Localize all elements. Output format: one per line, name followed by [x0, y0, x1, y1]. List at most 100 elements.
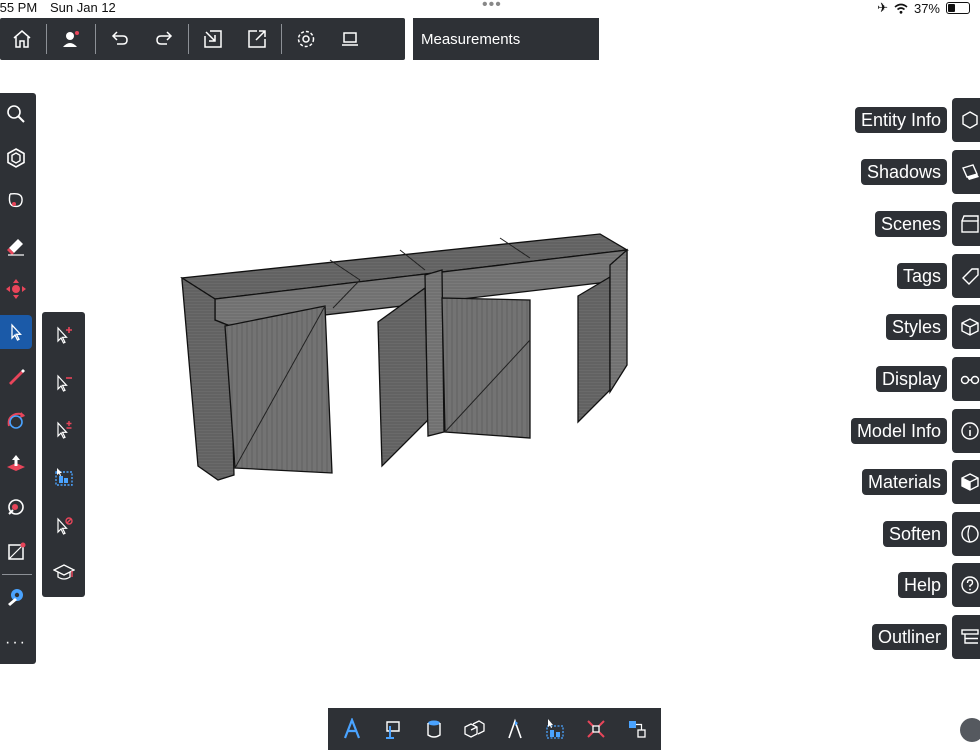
search-tool[interactable]: [0, 97, 32, 131]
styles-button[interactable]: [952, 305, 980, 349]
scale-icon: [546, 719, 565, 739]
materials-button[interactable]: [952, 460, 980, 504]
tape-measure-tool[interactable]: [0, 580, 32, 614]
toolbar-divider: [281, 24, 282, 54]
more-tools-button[interactable]: ···: [0, 626, 32, 660]
panel-label-shadows[interactable]: Shadows: [860, 159, 947, 185]
pencil-icon: [9, 369, 25, 385]
outliner-icon: [961, 629, 979, 644]
panel-label-help[interactable]: Help: [897, 572, 947, 598]
wifi-icon: [894, 3, 908, 14]
bottom-toolbar: [328, 708, 661, 750]
multitask-dots[interactable]: •••: [482, 0, 502, 14]
select-toggle-icon: [57, 421, 72, 439]
panel-label-model-info[interactable]: Model Info: [850, 418, 947, 444]
entity-info-button[interactable]: [952, 98, 980, 142]
entity-info-icon: [962, 111, 978, 129]
select-clear-icon: [57, 517, 73, 535]
rectangle-icon: [8, 542, 26, 560]
component-options-tool[interactable]: [620, 712, 654, 746]
status-time: :55 PM: [0, 0, 38, 15]
learn-tool[interactable]: [47, 555, 81, 589]
select-toggle-tool[interactable]: [47, 413, 81, 447]
select-tool[interactable]: [0, 315, 32, 349]
display-mode-button[interactable]: [328, 18, 372, 60]
section-tool[interactable]: [498, 712, 532, 746]
tags-button[interactable]: [952, 254, 980, 298]
panel-label-soften[interactable]: Soften: [882, 521, 947, 547]
text-tool[interactable]: [335, 712, 369, 746]
select-clear-tool[interactable]: [47, 508, 81, 542]
user-icon: [63, 31, 79, 47]
top-toolbar: [0, 18, 405, 60]
model-info-button[interactable]: [952, 409, 980, 453]
select-add-tool[interactable]: [47, 318, 81, 352]
paint-tool[interactable]: [0, 490, 32, 524]
left-toolbar: ···: [0, 93, 36, 664]
export-icon: [248, 30, 266, 48]
toolbar-divider: [46, 24, 47, 54]
display-button[interactable]: [952, 357, 980, 401]
components-tool[interactable]: [0, 141, 32, 175]
measurements-box[interactable]: Measurements: [413, 18, 599, 60]
export-button[interactable]: [235, 18, 279, 60]
redo-icon: [156, 31, 173, 45]
battery-percent: 37%: [913, 0, 940, 16]
push-pull-icon: [7, 455, 25, 471]
select-remove-tool[interactable]: [47, 366, 81, 400]
home-button[interactable]: [0, 18, 44, 60]
component-options-icon: [628, 721, 646, 738]
text-icon: [344, 718, 361, 739]
panel-label-tags[interactable]: Tags: [896, 263, 947, 289]
import-icon: [204, 30, 222, 48]
panel-label-scenes[interactable]: Scenes: [874, 211, 947, 237]
pencil-tool[interactable]: [0, 359, 32, 393]
undo-button[interactable]: [98, 18, 142, 60]
shadows-button[interactable]: [952, 150, 980, 194]
scale-tool[interactable]: [538, 712, 572, 746]
home-icon: [13, 30, 31, 48]
orbit-icon: [7, 412, 25, 429]
outliner-button[interactable]: [952, 615, 980, 659]
select-add-icon: [57, 326, 72, 344]
materials-icon: [961, 473, 979, 491]
push-pull-tool[interactable]: [0, 446, 32, 480]
eraser-tool[interactable]: [0, 228, 32, 262]
status-date: Sun Jan 12: [50, 0, 116, 15]
undo-icon: [111, 31, 128, 45]
rectangle-tool[interactable]: [0, 534, 32, 568]
tape-measure-icon: [8, 589, 23, 606]
scenes-button[interactable]: [952, 202, 980, 246]
dimension-tool[interactable]: [376, 712, 410, 746]
learn-icon: [53, 564, 75, 580]
soften-button[interactable]: [952, 512, 980, 556]
select-box-tool[interactable]: [47, 460, 81, 494]
toolbar-divider: [188, 24, 189, 54]
battery-icon: [946, 2, 970, 14]
panel-label-materials[interactable]: Materials: [861, 469, 947, 495]
help-button[interactable]: [952, 563, 980, 607]
display-mode-icon: [342, 32, 358, 46]
toolbar-divider: [95, 24, 96, 54]
explode-tool[interactable]: [579, 712, 613, 746]
select-icon: [11, 323, 22, 341]
move-tool[interactable]: [0, 272, 32, 306]
account-button[interactable]: [49, 18, 93, 60]
shadows-icon: [962, 164, 979, 180]
keyboard-icon[interactable]: [960, 718, 980, 742]
more-icon: ···: [5, 634, 27, 651]
panel-label-outliner[interactable]: Outliner: [871, 624, 947, 650]
import-button[interactable]: [191, 18, 235, 60]
cylinder-tool[interactable]: [417, 712, 451, 746]
solid-tools[interactable]: [457, 712, 491, 746]
redo-button[interactable]: [142, 18, 186, 60]
model-viewport[interactable]: [170, 220, 640, 490]
settings-button[interactable]: [284, 18, 328, 60]
panel-label-entity-info[interactable]: Entity Info: [854, 107, 947, 133]
lasso-tool[interactable]: [0, 184, 32, 218]
panel-label-styles[interactable]: Styles: [885, 314, 947, 340]
display-icon: [960, 375, 980, 385]
orbit-tool[interactable]: [0, 403, 32, 437]
lasso-icon: [8, 192, 23, 208]
panel-label-display[interactable]: Display: [875, 366, 947, 392]
